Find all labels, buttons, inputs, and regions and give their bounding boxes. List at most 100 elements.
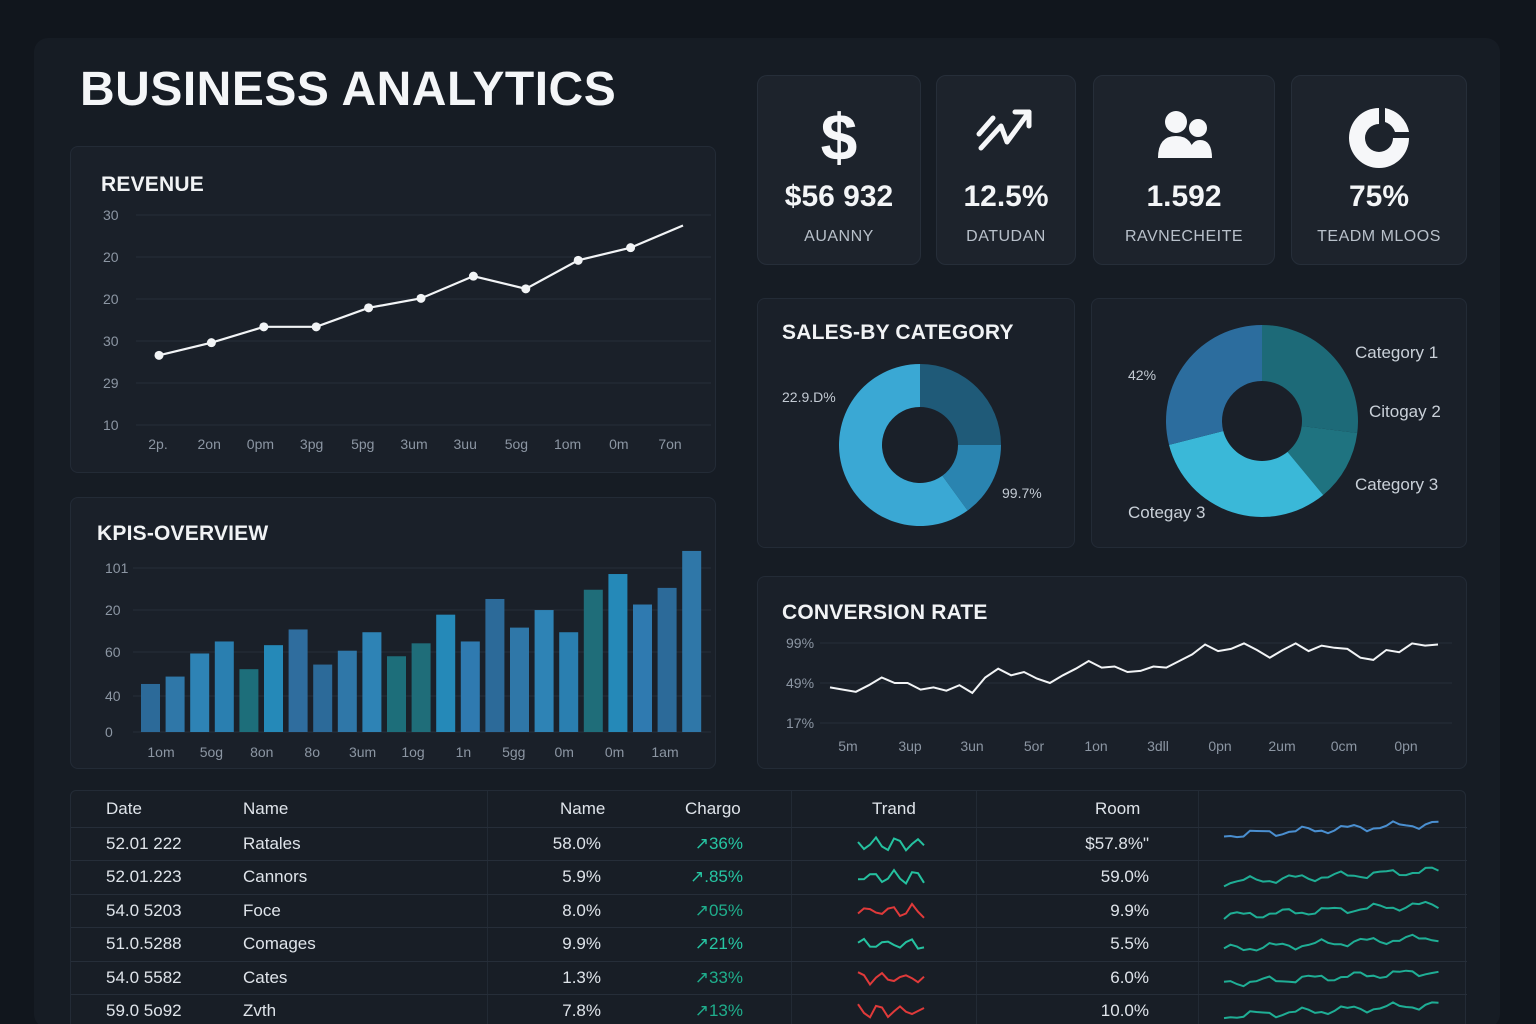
- table-row[interactable]: 59.0 5o92 Zvth 7.8% ↗13% 10.0%: [71, 994, 1467, 1024]
- conversion-line-chart: 99% 49% 17% 5m 3up 3un 5or 1on 3dll 0pn 2um 0cm 0pn: [786, 635, 1452, 754]
- bar: [436, 614, 456, 732]
- kpi-card-teams[interactable]: 75% TEADM MLOOS: [1291, 75, 1467, 265]
- x-tick-label: 1on: [1084, 738, 1107, 754]
- table-row[interactable]: 54.0 5203 Foce 8.0% ↗05% 9.9%: [71, 894, 1467, 927]
- column-header-date[interactable]: Date: [106, 799, 142, 819]
- cell-room: 9.9%: [1110, 900, 1149, 920]
- pie-segment-icon: [1292, 98, 1466, 178]
- row-sparkline: [1223, 820, 1439, 839]
- column-header-value[interactable]: Name: [560, 799, 605, 819]
- data-point: [573, 255, 583, 265]
- kpi-label: AUANNY: [804, 228, 874, 245]
- cell-name: Cates: [243, 967, 288, 987]
- x-tick-label: 3um: [400, 436, 427, 452]
- x-tick-label: 1am: [651, 744, 678, 760]
- cell-value: 58.0%: [552, 834, 601, 853]
- y-tick-label: 20: [105, 602, 121, 618]
- kpis-overview-panel: KPIS-OVERVIEW 101 20 60 40 0 1om 5og 8on 8o 3um 1o…: [70, 497, 716, 769]
- kpis-bar-chart: 101 20 60 40 0 1om 5og 8on 8o 3um 1og 1n 5gg 0m 0m 1am: [105, 550, 711, 760]
- column-header-name[interactable]: Name: [243, 799, 288, 819]
- cell-change: ↗33%: [694, 967, 743, 987]
- revenue-line-chart: 30 20 20 30 29 10 2p. 2on 0pm 3pg 5pg 3um 3uu 5og 1om 0…: [103, 207, 711, 452]
- y-tick-label: 30: [103, 333, 119, 349]
- trend-up-arrow-icon: [937, 98, 1075, 178]
- revenue-panel: REVENUE 30 20 20 30 29 10 2p. 2on 0pm 3pg 5pg 3um 3u…: [70, 146, 716, 473]
- data-point: [206, 338, 216, 348]
- kpi-value: $56 932: [784, 180, 894, 213]
- bar: [362, 632, 382, 732]
- row-sparkline: [1223, 866, 1439, 888]
- y-tick-label: 29: [103, 375, 119, 391]
- data-point: [468, 271, 478, 281]
- x-tick-label: 0m: [609, 436, 628, 452]
- sales-by-category-panel: SALES-BY CATEGORY 22.9.D% 99.7%: [757, 298, 1075, 548]
- kpi-card-growth[interactable]: 12.5% DATUDAN: [936, 75, 1076, 265]
- sales-donut-chart: [839, 364, 1001, 526]
- table-row[interactable]: 54.0 5582 Cates 1.3% ↗33% 6.0%: [71, 961, 1467, 994]
- cell-date: 52.01 222: [106, 834, 182, 853]
- x-tick-label: 5or: [1024, 738, 1045, 754]
- conversion-rate-panel: CONVERSION RATE 99% 49% 17% 5m 3up 3un 5or 1on 3…: [757, 576, 1467, 769]
- bar: [288, 629, 308, 732]
- cell-change: ↗36%: [694, 834, 743, 853]
- data-point: [154, 350, 164, 360]
- cell-change: ↗05%: [694, 900, 743, 920]
- bar: [510, 627, 529, 732]
- x-tick-label: 8o: [304, 744, 320, 760]
- y-tick-label: 101: [105, 560, 129, 576]
- bar: [190, 653, 210, 732]
- y-tick-label: 99%: [786, 635, 814, 651]
- page-title: BUSINESS ANALYTICS: [80, 63, 617, 116]
- cell-room: $57.8%": [1085, 834, 1149, 853]
- kpi-value: 12.5%: [963, 180, 1049, 213]
- cell-date: 54.0 5203: [106, 900, 182, 920]
- x-tick-label: 3uu: [454, 436, 477, 452]
- table-row[interactable]: 51.0.5288 Comages 9.9% ↗21% 5.5%: [71, 927, 1467, 960]
- data-point: [364, 303, 374, 313]
- column-header-change[interactable]: Chargo: [685, 799, 741, 819]
- y-tick-label: 60: [105, 644, 121, 660]
- cell-value: 7.8%: [562, 1001, 601, 1020]
- data-point: [259, 322, 269, 332]
- y-tick-label: 17%: [786, 715, 814, 731]
- kpi-card-users[interactable]: 1.592 RAVNECHEITE: [1093, 75, 1275, 265]
- kpi-card-revenue[interactable]: $ $56 932 AUANNY: [757, 75, 921, 265]
- category-donut-chart: [1166, 325, 1358, 517]
- bar: [460, 641, 480, 732]
- category-donut-panel: 42% Category 1 Citogay 2 Category 3 Cote…: [1091, 298, 1467, 548]
- x-tick-label: 5m: [838, 738, 857, 754]
- donut-slice: [1262, 325, 1358, 434]
- cell-date: 59.0 5o92: [106, 1001, 182, 1020]
- cell-room: 5.5%: [1110, 934, 1149, 954]
- column-header-trend[interactable]: Trand: [872, 799, 916, 819]
- row-sparkline: [1223, 1001, 1439, 1020]
- cell-change: ↗21%: [694, 934, 743, 954]
- bar: [633, 604, 652, 732]
- table-row[interactable]: 52.01.223 Cannors 5.9% ↗.85% 59.0%: [71, 860, 1467, 893]
- column-header-room[interactable]: Room: [1095, 799, 1140, 819]
- bar: [337, 650, 357, 732]
- row-sparkline: [1223, 933, 1439, 952]
- x-tick-label: 1om: [147, 744, 174, 760]
- trend-sparkline: [857, 937, 925, 950]
- x-tick-label: 5gg: [502, 744, 525, 760]
- x-tick-label: 0pn: [1394, 738, 1417, 754]
- bar: [141, 683, 160, 732]
- trend-sparkline: [857, 868, 925, 886]
- cell-name: Cannors: [243, 867, 308, 887]
- kpi-label: DATUDAN: [966, 228, 1046, 245]
- cell-change: ↗13%: [694, 1001, 743, 1020]
- cell-change: ↗.85%: [690, 867, 743, 887]
- cell-value: 5.9%: [562, 867, 601, 887]
- x-tick-label: 0pm: [247, 436, 274, 452]
- cell-name: Comages: [243, 934, 316, 954]
- cell-room: 59.0%: [1100, 867, 1149, 887]
- table-row[interactable]: 52.01 222 Ratales 58.0% ↗36% $57.8%": [71, 820, 1467, 860]
- x-tick-label: 7on: [658, 436, 681, 452]
- bar: [264, 645, 283, 732]
- bar: [239, 669, 259, 732]
- trend-sparkline: [857, 835, 925, 852]
- y-tick-label: 20: [103, 291, 119, 307]
- y-tick-label: 20: [103, 249, 119, 265]
- x-tick-label: 2p.: [148, 436, 167, 452]
